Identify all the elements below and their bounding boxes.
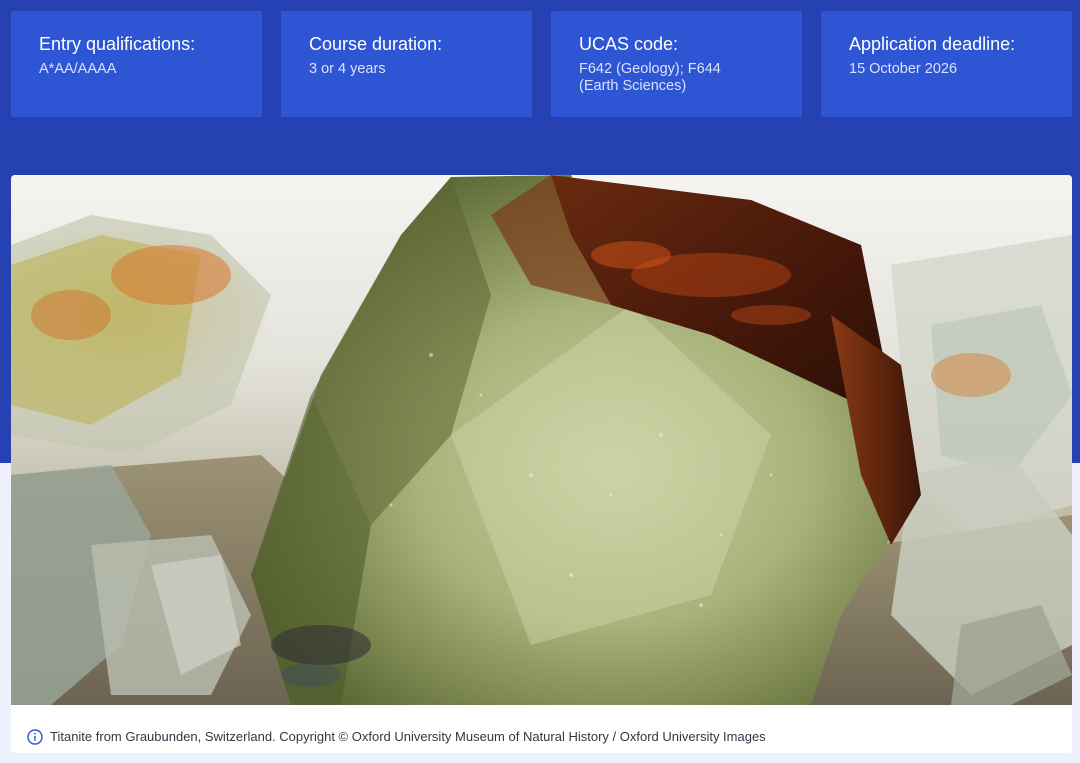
course-duration-card: Course duration: 3 or 4 years bbox=[281, 11, 532, 117]
entry-qualifications-value: A*AA/AAAA bbox=[39, 61, 117, 77]
featured-media: Titanite from Graubunden, Switzerland. C… bbox=[11, 175, 1072, 753]
application-deadline-title: Application deadline: bbox=[849, 34, 1016, 54]
caption-text: Titanite from Graubunden, Switzerland. C… bbox=[50, 729, 766, 744]
ucas-code-card: UCAS code: F642 (Geology); F644 (Earth S… bbox=[551, 11, 802, 117]
ucas-code-value: F642 (Geology); F644 (Earth Sciences) bbox=[579, 61, 721, 94]
entry-qualifications-title: Entry qualifications: bbox=[39, 34, 196, 54]
course-facts: Entry qualifications: A*AA/AAAA Course d… bbox=[11, 11, 1072, 117]
application-deadline-value: 15 October 2026 bbox=[849, 61, 958, 77]
entry-qualifications-card: Entry qualifications: A*AA/AAAA bbox=[11, 11, 262, 117]
titanite-crystal-photo bbox=[11, 175, 1072, 705]
course-duration-value: 3 or 4 years bbox=[309, 61, 386, 77]
course-duration-title: Course duration: bbox=[309, 34, 443, 54]
image-caption: Titanite from Graubunden, Switzerland. C… bbox=[11, 705, 1072, 753]
info-icon bbox=[27, 729, 43, 745]
application-deadline-card: Application deadline: 15 October 2026 bbox=[821, 11, 1072, 117]
ucas-code-title: UCAS code: bbox=[579, 34, 679, 54]
